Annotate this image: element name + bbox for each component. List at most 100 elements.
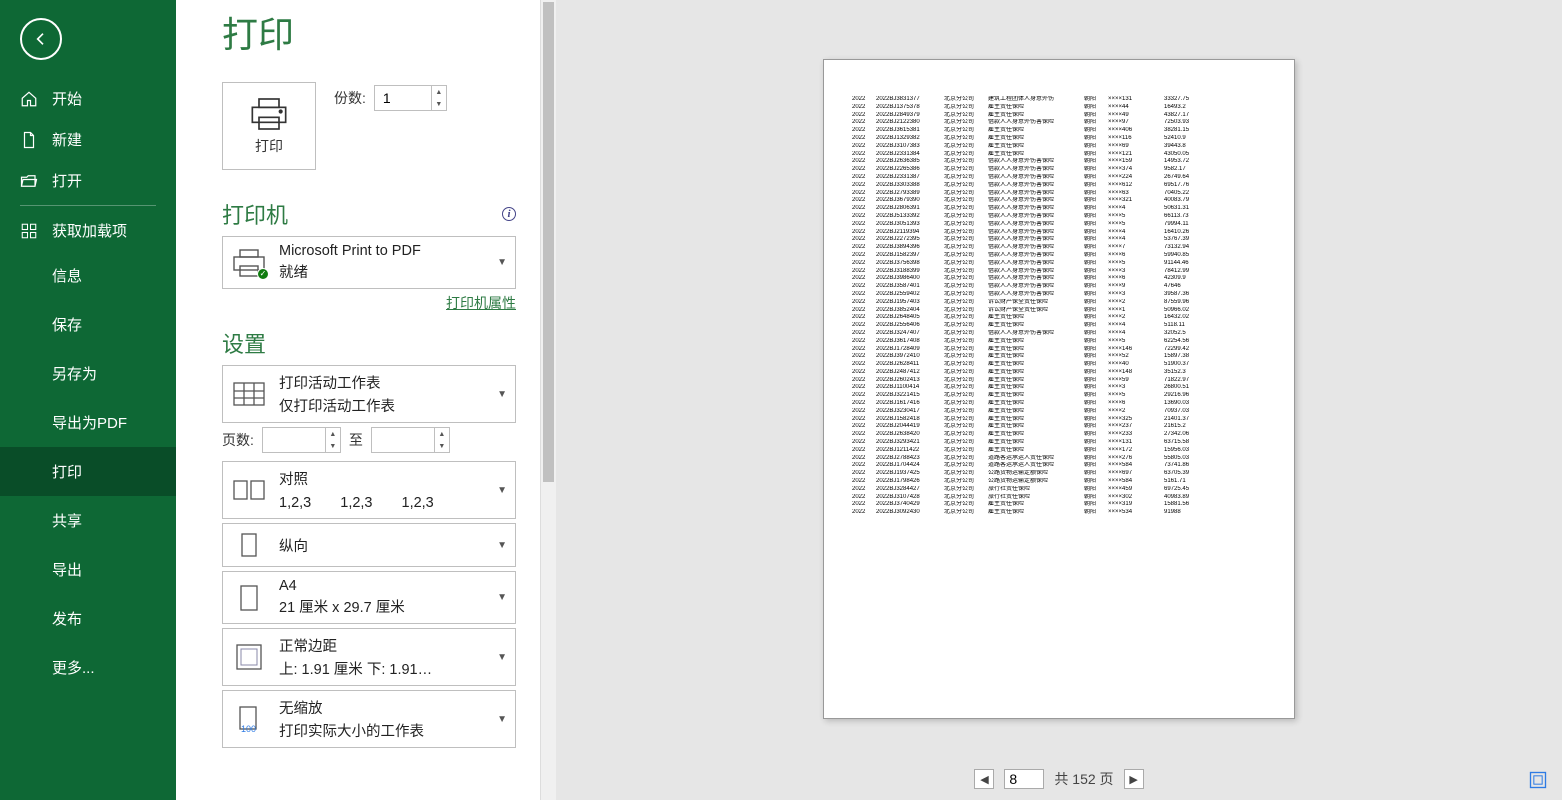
print-what-dropdown[interactable]: 打印活动工作表仅打印活动工作表 ▼	[222, 365, 516, 423]
table-row: 20222022BJ1329382北京分公司雇主责任保险朝阳××××116524…	[852, 135, 1266, 143]
preview-data-table: 20222022BJ3831377北京分公司建筑工程团体人身意外伤朝阳××××1…	[852, 96, 1266, 517]
table-row: 20222022BJ1957403北京分公司诉讼财产保全责任保险朝阳××××28…	[852, 299, 1266, 307]
table-row: 20222022BJ3092430北京分公司雇主责任保险朝阳××××534919…	[852, 509, 1266, 517]
folder-open-icon	[20, 172, 38, 190]
table-row: 20222022BJ1100414北京分公司雇主责任保险朝阳××××326800…	[852, 384, 1266, 392]
current-page-input[interactable]	[1004, 769, 1044, 789]
back-button[interactable]	[20, 18, 62, 60]
copies-spinner[interactable]: ▲▼	[374, 85, 447, 111]
table-row: 20222022BJ1798426北京分公司公路货物运输定额保险朝阳××××58…	[852, 478, 1266, 486]
table-row: 20222022BJ1617416北京分公司雇主责任保险朝阳××××613690…	[852, 400, 1266, 408]
table-row: 20222022BJ3221415北京分公司雇主责任保险朝阳××××529216…	[852, 392, 1266, 400]
spin-down[interactable]: ▼	[326, 440, 340, 452]
orientation-dropdown[interactable]: 纵向 ▼	[222, 523, 516, 567]
dd-line: 对照	[279, 468, 485, 489]
table-row: 20222022BJ3293421北京分公司雇主责任保险朝阳××××131637…	[852, 439, 1266, 447]
scrollbar-thumb[interactable]	[543, 2, 554, 482]
table-row: 20222022BJ3852404北京分公司诉讼财产保全责任保险朝阳××××15…	[852, 307, 1266, 315]
margins-dropdown[interactable]: 正常边距上: 1.91 厘米 下: 1.91… ▼	[222, 628, 516, 686]
nav-export[interactable]: 导出	[0, 545, 176, 594]
svg-text:100: 100	[241, 724, 256, 734]
copies-input[interactable]	[375, 86, 431, 110]
printer-icon	[249, 96, 289, 132]
table-row: 20222022BJ3247407北京分公司借款人人身意外伤害保险朝阳××××4…	[852, 330, 1266, 338]
pages-from-input[interactable]: ▲▼	[262, 427, 341, 453]
table-row: 20222022BJ3188399北京分公司借款人人身意外伤害保险朝阳××××3…	[852, 268, 1266, 276]
nav-label: 另存为	[52, 366, 97, 383]
copies-label: 份数:	[334, 88, 366, 108]
printer-device-icon	[231, 248, 267, 278]
chevron-down-icon: ▼	[497, 652, 507, 663]
table-row: 20222022BJ2648405北京分公司雇主责任保险朝阳××××216432…	[852, 314, 1266, 322]
spin-up[interactable]: ▲	[432, 86, 446, 98]
table-row: 20222022BJ3284427北京分公司旅行社责任保险朝阳××××45969…	[852, 486, 1266, 494]
printer-dropdown[interactable]: Microsoft Print to PDF 就绪 ▼	[222, 236, 516, 289]
nav-print[interactable]: 打印	[0, 447, 176, 496]
table-row: 20222022BJ3740429北京分公司雇主责任保险朝阳××××319158…	[852, 501, 1266, 509]
pages-to-input[interactable]: ▲▼	[371, 427, 450, 453]
spin-down[interactable]: ▼	[432, 98, 446, 110]
printer-section-title: 打印机	[222, 198, 288, 230]
chevron-down-icon: ▼	[497, 389, 507, 400]
paper-size-dropdown[interactable]: A421 厘米 x 29.7 厘米 ▼	[222, 571, 516, 624]
document-icon	[20, 131, 38, 149]
collate-dropdown[interactable]: 对照1,2,3 1,2,3 1,2,3 ▼	[222, 461, 516, 519]
nav-label: 导出为PDF	[52, 415, 127, 432]
info-icon[interactable]: i	[502, 207, 516, 221]
nav-info[interactable]: 信息	[0, 251, 176, 300]
spin-up[interactable]: ▲	[326, 428, 340, 440]
scaling-dropdown[interactable]: 100 无缩放打印实际大小的工作表 ▼	[222, 690, 516, 748]
nav-home[interactable]: 开始	[0, 78, 176, 119]
zoom-to-page-icon[interactable]	[1528, 770, 1548, 790]
page-title: 打印	[222, 6, 516, 58]
table-row: 20222022BJ3986400北京分公司借款人人身意外伤害保险朝阳××××6…	[852, 275, 1266, 283]
nav-publish[interactable]: 发布	[0, 594, 176, 643]
nav-share[interactable]: 共享	[0, 496, 176, 545]
printer-properties-link[interactable]: 打印机属性	[222, 293, 516, 313]
chevron-down-icon: ▼	[497, 714, 507, 725]
table-row: 20222022BJ2638420北京分公司雇主责任保险朝阳××××233273…	[852, 431, 1266, 439]
table-row: 20222022BJ2487412北京分公司雇主责任保险朝阳××××148351…	[852, 369, 1266, 377]
dd-line: 上: 1.91 厘米 下: 1.91…	[279, 658, 485, 679]
nav-more[interactable]: 更多...	[0, 643, 176, 692]
table-row: 20222022BJ3051393北京分公司借款人人身意外伤害保险朝阳××××5…	[852, 221, 1266, 229]
nav-saveas[interactable]: 另存为	[0, 349, 176, 398]
table-row: 20222022BJ3107428北京分公司旅行社责任保险朝阳××××30240…	[852, 494, 1266, 502]
spin-down[interactable]: ▼	[435, 440, 449, 452]
pages-label: 页数:	[222, 430, 254, 450]
prev-page-button[interactable]: ◀	[974, 769, 994, 789]
nav-addins[interactable]: 获取加载项	[0, 210, 176, 251]
chevron-down-icon: ▼	[497, 257, 507, 268]
table-row: 20222022BJ2044419北京分公司雇主责任保险朝阳××××237216…	[852, 423, 1266, 431]
table-row: 20222022BJ2119394北京分公司借款人人身意外伤害保险朝阳××××4…	[852, 229, 1266, 237]
table-row: 20222022BJ3615381北京分公司雇主责任保险朝阳××××406382…	[852, 127, 1266, 135]
next-page-button[interactable]: ▶	[1124, 769, 1144, 789]
table-row: 20222022BJ1211422北京分公司雇主责任保险朝阳××××172159…	[852, 447, 1266, 455]
table-row: 20222022BJ2849379北京分公司雇主责任保险朝阳××××494382…	[852, 112, 1266, 120]
table-row: 20222022BJ2793389北京分公司借款人人身意外伤害保险朝阳××××6…	[852, 190, 1266, 198]
table-row: 20222022BJ3587401北京分公司借款人人身意外伤害保险朝阳××××9…	[852, 283, 1266, 291]
nav-open[interactable]: 打开	[0, 160, 176, 201]
printer-name: Microsoft Print to PDF	[279, 243, 485, 259]
nav-label: 更多...	[52, 660, 95, 677]
nav-exportpdf[interactable]: 导出为PDF	[0, 398, 176, 447]
spin-up[interactable]: ▲	[435, 428, 449, 440]
dd-line: 仅打印活动工作表	[279, 395, 485, 416]
sheets-icon	[231, 379, 267, 409]
table-row: 20222022BJ2331387北京分公司借款人人身意外伤害保险朝阳××××2…	[852, 174, 1266, 182]
nav-label: 打开	[52, 170, 82, 191]
table-row: 20222022BJ1582397北京分公司借款人人身意外伤害保险朝阳××××6…	[852, 252, 1266, 260]
nav-save[interactable]: 保存	[0, 300, 176, 349]
table-row: 20222022BJ3756398北京分公司借款人人身意外伤害保险朝阳××××5…	[852, 260, 1266, 268]
dd-line: 正常边距	[279, 635, 485, 656]
print-button-label: 打印	[255, 136, 283, 156]
table-row: 20222022BJ1704424北京分公司道路客运承运人责任保险朝阳××××5…	[852, 462, 1266, 470]
settings-section-title: 设置	[222, 327, 516, 359]
nav-label: 获取加载项	[52, 220, 127, 241]
settings-scrollbar[interactable]	[540, 0, 556, 800]
nav-new[interactable]: 新建	[0, 119, 176, 160]
pages-range-row: 页数: ▲▼ 至 ▲▼	[222, 427, 516, 453]
portrait-icon	[231, 530, 267, 560]
scaling-icon: 100	[231, 704, 267, 734]
print-button[interactable]: 打印	[222, 82, 316, 170]
